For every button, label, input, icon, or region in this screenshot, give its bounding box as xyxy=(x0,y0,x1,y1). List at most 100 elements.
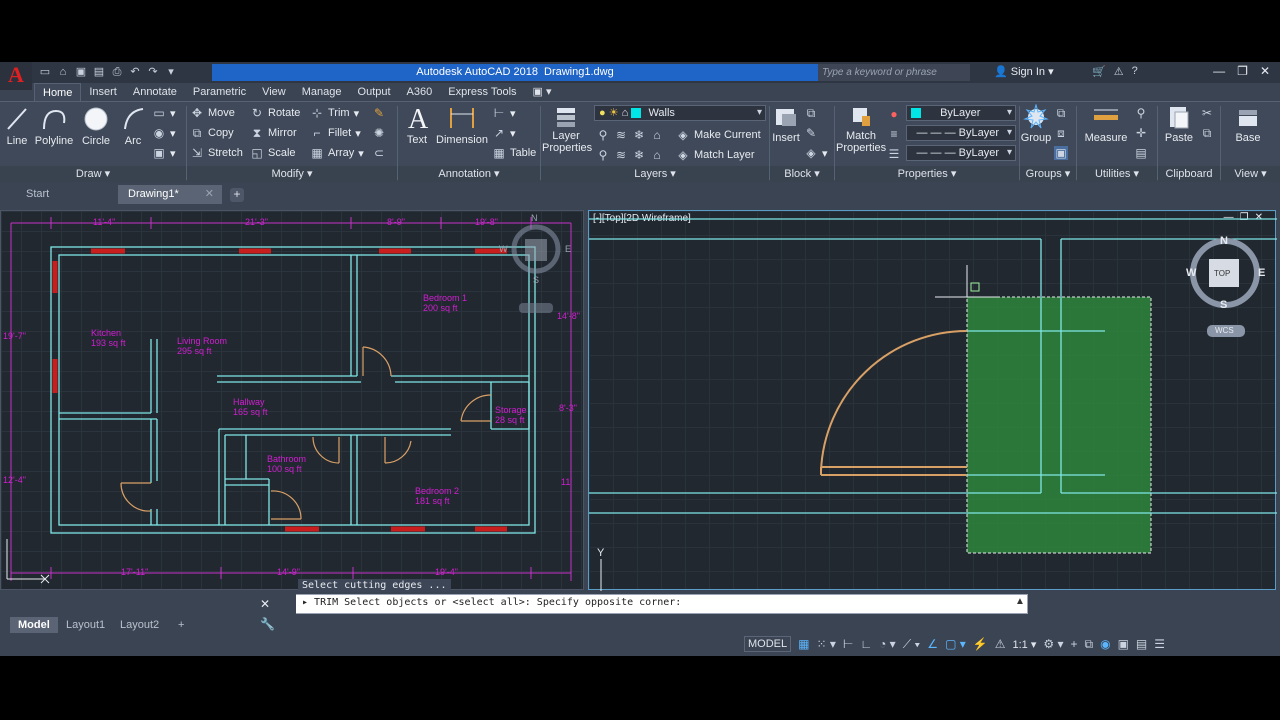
tab-output[interactable]: Output xyxy=(350,83,399,101)
trim-button[interactable]: ⊹ Trim ▾ xyxy=(310,104,359,122)
object-snap-tracking-icon[interactable]: ∠ xyxy=(927,637,938,651)
array-button[interactable]: ▦ Array ▾ xyxy=(310,144,363,162)
exchange-icon[interactable]: ⚠ xyxy=(1114,65,1124,78)
customization-icon[interactable]: ☰ xyxy=(1154,637,1165,651)
close-tab-icon[interactable]: ✕ xyxy=(205,185,214,204)
layer-tools-row-2[interactable]: ⚲ ≋ ❄ ⌂ xyxy=(596,146,664,164)
region-tool[interactable]: ▣ ▾ xyxy=(152,144,175,162)
tab-annotate[interactable]: Annotate xyxy=(125,83,185,101)
command-history-toggle[interactable]: ▲ xyxy=(1015,596,1025,607)
left-viewport[interactable]: Kitchen 193 sq ft Living Room 295 sq ft Be… xyxy=(0,210,584,590)
view-panel-footer[interactable]: View ▾ xyxy=(1221,166,1280,182)
print-icon[interactable]: ⎙ xyxy=(110,65,124,79)
copy-clip-tool[interactable]: ⧉ xyxy=(1200,124,1214,142)
close-command-icon[interactable]: ✕ xyxy=(260,597,276,611)
tab-start[interactable]: Start xyxy=(16,185,116,204)
tab-a360[interactable]: A360 xyxy=(399,83,441,101)
arc-button[interactable]: Arc xyxy=(120,105,146,147)
help-icon[interactable]: ? xyxy=(1132,65,1138,78)
save-icon[interactable]: ▣ xyxy=(74,65,88,79)
base-button[interactable]: Base xyxy=(1230,104,1266,144)
object-snap-icon[interactable]: ▢ ▾ xyxy=(945,637,966,651)
paste-button[interactable]: Paste xyxy=(1162,104,1196,144)
layer-properties-button[interactable]: Layer Properties xyxy=(542,104,592,154)
viewcube-s[interactable]: S xyxy=(1220,299,1227,311)
text-button[interactable]: A Text xyxy=(402,102,432,146)
tab-layout2[interactable]: Layout2 xyxy=(112,617,167,633)
id-point-tool[interactable]: ✛ xyxy=(1134,124,1148,142)
draw-panel-footer[interactable]: Draw ▾ xyxy=(0,166,186,182)
wcs-menu[interactable]: WCS xyxy=(1215,326,1234,335)
tab-view[interactable]: View xyxy=(254,83,294,101)
properties-panel-footer[interactable]: Properties ▾ xyxy=(835,166,1019,182)
clipboard-panel-footer[interactable]: Clipboard xyxy=(1158,166,1220,182)
group-edit-tool[interactable]: ⧈ xyxy=(1054,124,1068,142)
leader-tool[interactable]: ⊢ ▾ xyxy=(492,104,516,122)
make-current-button[interactable]: ◈ Make Current xyxy=(676,126,760,144)
group-button[interactable]: Group xyxy=(1020,104,1052,144)
color-dropdown[interactable]: ByLayer xyxy=(906,105,1016,121)
move-button[interactable]: ✥ Move xyxy=(190,104,235,122)
new-icon[interactable]: ▭ xyxy=(38,65,52,79)
quick-select-tool[interactable]: ⚲ xyxy=(1134,104,1148,122)
snap-icon[interactable]: ⁙ ▾ xyxy=(816,637,835,651)
model-space-toggle[interactable]: MODEL xyxy=(744,636,792,652)
layers-panel-footer[interactable]: Layers ▾ xyxy=(541,166,769,182)
linetype-dropdown[interactable]: — — — ByLayer xyxy=(906,145,1016,161)
cart-icon[interactable]: 🛒 xyxy=(1092,65,1106,78)
layer-dropdown[interactable]: ● ☀ ⌂ Walls xyxy=(594,105,766,121)
isodraft-icon[interactable]: ⟋ ▾ xyxy=(903,637,921,652)
tab-express-tools[interactable]: Express Tools xyxy=(440,83,524,101)
lineweight-dropdown[interactable]: — — — ByLayer xyxy=(906,125,1016,141)
match-layer-button[interactable]: ◈ Match Layer xyxy=(676,146,754,164)
close-icon[interactable]: ✕ xyxy=(1260,64,1270,78)
clean-screen-icon[interactable]: ▤ xyxy=(1136,637,1147,651)
open-icon[interactable]: ⌂ xyxy=(56,65,70,79)
command-prompt[interactable]: ▸ TRIM Select objects or <select all>: S… xyxy=(302,597,681,608)
application-menu-button[interactable]: A xyxy=(0,62,32,90)
tab-insert[interactable]: Insert xyxy=(81,83,125,101)
measure-button[interactable]: Measure xyxy=(1082,104,1130,144)
minimize-icon[interactable]: — xyxy=(1213,64,1225,78)
line-button[interactable]: Line xyxy=(4,105,30,147)
offset-tool[interactable]: ⊂ xyxy=(372,144,386,162)
annotation-monitor-icon[interactable]: + xyxy=(1070,637,1077,651)
ribbon-toggle-icon[interactable]: ▣ ▾ xyxy=(525,83,560,101)
hatch-tool[interactable]: ◉ ▾ xyxy=(152,124,176,142)
annotation-visibility-icon[interactable]: ⚡ xyxy=(973,637,988,651)
explode-tool[interactable]: ✺ xyxy=(372,124,386,142)
dimension-button[interactable]: Dimension xyxy=(436,102,488,146)
tab-parametric[interactable]: Parametric xyxy=(185,83,254,101)
block-panel-footer[interactable]: Block ▾ xyxy=(770,166,834,182)
polyline-button[interactable]: Polyline xyxy=(34,105,74,147)
tab-manage[interactable]: Manage xyxy=(294,83,350,101)
groups-panel-footer[interactable]: Groups ▾ xyxy=(1020,166,1076,182)
match-properties-button[interactable]: Match Properties xyxy=(836,104,886,154)
new-tab-button[interactable]: + xyxy=(230,188,244,202)
fillet-button[interactable]: ⌐ Fillet ▾ xyxy=(310,124,360,142)
copy-button[interactable]: ⧉ Copy xyxy=(190,124,234,142)
annotation-panel-footer[interactable]: Annotation ▾ xyxy=(398,166,540,182)
ungroup-tool[interactable]: ⧉ xyxy=(1054,104,1068,122)
tab-drawing1[interactable]: Drawing1* ✕ xyxy=(118,185,222,204)
save-as-icon[interactable]: ▤ xyxy=(92,65,106,79)
mirror-button[interactable]: ⧗ Mirror xyxy=(250,124,297,142)
infer-icon[interactable]: ⊢ xyxy=(843,637,853,651)
create-block-tool[interactable]: ⧉ xyxy=(804,104,818,122)
restore-icon[interactable]: ❐ xyxy=(1237,64,1248,78)
sign-in-button[interactable]: 👤 Sign In ▾ xyxy=(994,65,1054,80)
tab-layout1[interactable]: Layout1 xyxy=(58,617,113,633)
modify-panel-footer[interactable]: Modify ▾ xyxy=(187,166,397,182)
undo-icon[interactable]: ↶ xyxy=(128,65,142,79)
table-button[interactable]: ▦ Table xyxy=(492,144,536,162)
rectangle-tool[interactable]: ▭ ▾ xyxy=(152,104,175,122)
multileader-tool[interactable]: ↗ ▾ xyxy=(492,124,516,142)
viewcube-top-face[interactable]: TOP xyxy=(1214,269,1230,278)
circle-button[interactable]: Circle xyxy=(80,105,112,147)
annotation-scale-icon[interactable]: ⚠ xyxy=(995,637,1006,651)
new-layout-button[interactable]: + xyxy=(170,617,192,633)
block-attributes-tool[interactable]: ◈ ▾ xyxy=(804,144,827,162)
insert-button[interactable]: Insert xyxy=(770,104,802,144)
polar-icon[interactable]: ◔ ▾ xyxy=(879,637,896,651)
stretch-button[interactable]: ⇲ Stretch xyxy=(190,144,243,162)
